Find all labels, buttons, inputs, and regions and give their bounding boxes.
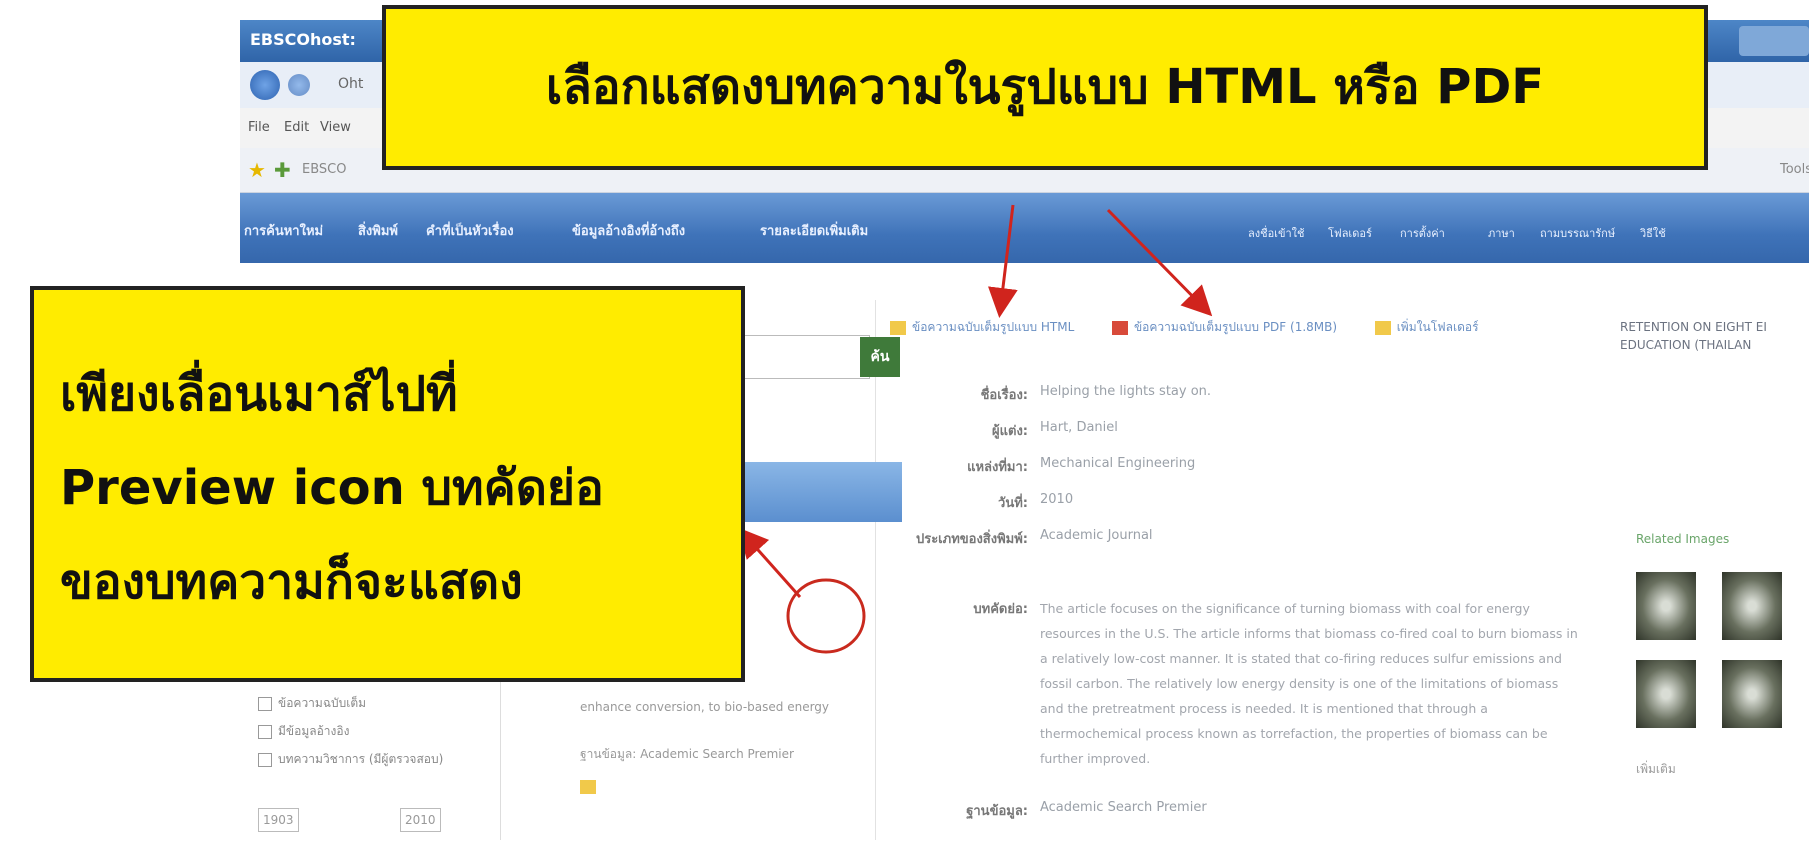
arrow-to-html-link [988,204,1018,318]
arrow-to-preview-icon [738,527,802,598]
callout-line-3: ของบทความก็จะแสดง [60,554,523,610]
arrow-to-pdf-link [1106,208,1213,317]
callout-line-1: เพียงเลื่อนเมาส์ไปที่ [60,366,458,422]
preview-icon-highlight [786,578,866,654]
callout-html-pdf: เลือกแสดงบทความในรูปแบบ HTML หรือ PDF [382,5,1708,170]
callout-preview: เพียงเลื่อนเมาส์ไปที่ Preview icon บทคัด… [30,286,745,682]
callout-line-2: Preview icon บทคัดย่อ [60,460,604,516]
